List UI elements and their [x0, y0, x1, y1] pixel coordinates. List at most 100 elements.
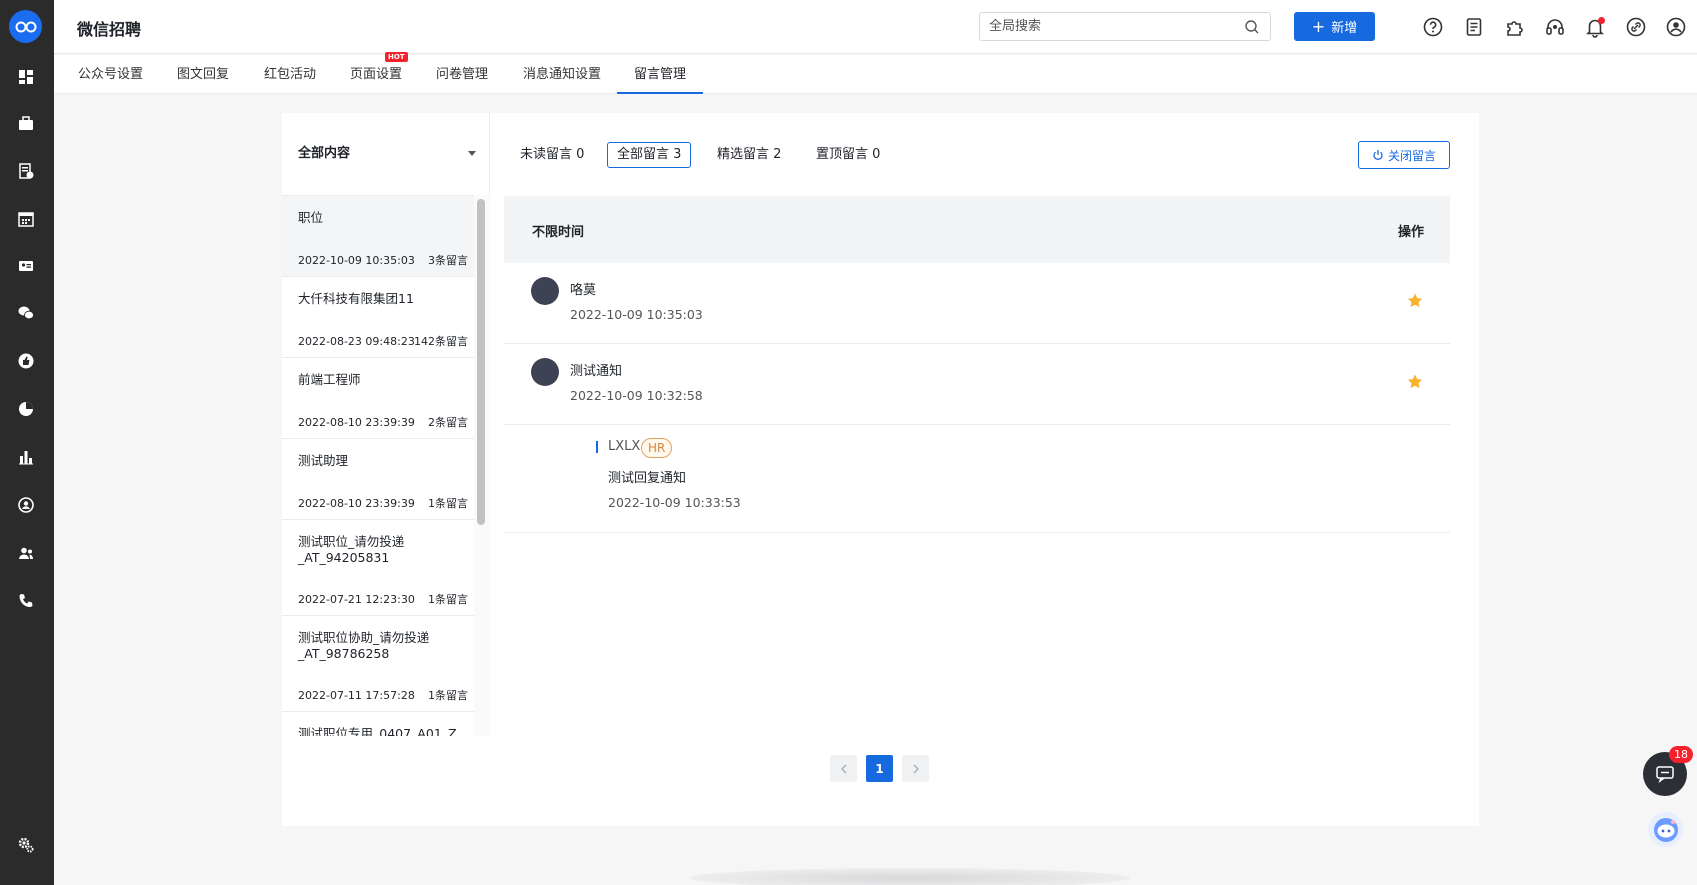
chevron-left-icon	[840, 764, 846, 773]
app-title: 微信招聘	[77, 20, 142, 39]
search-icon[interactable]	[1244, 19, 1260, 35]
job-name: 测试助理	[298, 453, 349, 468]
avatar	[531, 277, 559, 305]
tab-red-packet[interactable]: 红包活动	[264, 55, 316, 94]
filter-featured[interactable]: 精选留言 2	[707, 142, 791, 168]
chevron-right-icon	[913, 764, 919, 773]
job-name: 测试职位协助_请勿投递_AT_98786258	[298, 630, 430, 661]
time-filter-header[interactable]: 不限时间	[532, 221, 584, 240]
reply-author: LXLX	[608, 439, 641, 454]
star-icon[interactable]	[1406, 292, 1424, 310]
bell-icon[interactable]	[1584, 16, 1606, 38]
new-button-label: 新增	[1331, 21, 1358, 36]
job-item[interactable]: 测试职位专用_0407_A01_Z	[282, 712, 474, 736]
plus-icon: +	[1311, 16, 1326, 36]
star-icon[interactable]	[1406, 373, 1424, 391]
user-icon[interactable]	[1665, 16, 1687, 38]
close-messages-label: 关闭留言	[1387, 148, 1436, 163]
job-message-count: 142条留言	[414, 335, 468, 348]
job-item[interactable]: 大仟科技有限集团11 2022-08-23 09:48:23 142条留言	[282, 277, 474, 358]
job-list[interactable]: 职位 2022-10-09 10:35:03 3条留言 大仟科技有限集团11 2…	[282, 195, 474, 736]
tab-bar: 公众号设置 图文回复 红包活动 页面设置 问卷管理 消息通知设置 留言管理	[54, 55, 1697, 94]
resume-icon[interactable]	[15, 160, 37, 182]
message-pane: 未读留言 0 全部留言 3 精选留言 2 置顶留言 0 关闭留言 不限时间 操作…	[490, 113, 1479, 736]
top-bar: 微信招聘 + 新增	[54, 0, 1697, 54]
hot-badge: HOT	[385, 52, 408, 62]
tab-survey[interactable]: 问卷管理	[436, 55, 488, 94]
close-messages-button[interactable]: 关闭留言	[1358, 141, 1450, 169]
page-button-current[interactable]: 1	[866, 755, 893, 782]
power-icon	[1373, 150, 1383, 160]
caret-down-icon	[468, 151, 476, 156]
prev-page-button[interactable]	[830, 755, 857, 782]
message-row: 测试通知 2022-10-09 10:32:58	[504, 344, 1450, 425]
chat-unread-badge: 18	[1669, 746, 1693, 763]
active-tab-indicator	[617, 92, 703, 94]
filter-pinned[interactable]: 置顶留言 0	[806, 142, 890, 168]
job-message-count: 1条留言	[428, 497, 468, 510]
job-item[interactable]: 测试助理 2022-08-10 23:39:39 1条留言	[282, 439, 474, 520]
logo[interactable]	[9, 10, 42, 43]
job-date: 2022-07-11 17:57:28	[298, 689, 415, 702]
tab-auto-reply[interactable]: 图文回复	[177, 55, 229, 94]
job-message-count: 3条留言	[428, 254, 468, 267]
next-page-button[interactable]	[902, 755, 929, 782]
job-date: 2022-08-23 09:48:23	[298, 335, 415, 348]
job-message-count: 2条留言	[428, 416, 468, 429]
link-icon[interactable]	[1625, 16, 1647, 38]
user-circle-icon[interactable]	[15, 494, 37, 516]
job-item[interactable]: 测试职位_请勿投递_AT_94205831 2022-07-21 12:23:3…	[282, 520, 474, 616]
phone-icon[interactable]	[15, 590, 37, 612]
table-header: 不限时间 操作	[504, 196, 1450, 263]
reply-text: 测试回复通知	[608, 471, 687, 486]
thumb-up-icon[interactable]	[15, 350, 37, 372]
pie-chart-icon[interactable]	[15, 398, 37, 420]
dashboard-icon[interactable]	[15, 66, 37, 88]
wechat-icon[interactable]	[15, 302, 37, 324]
team-icon[interactable]	[15, 542, 37, 564]
reply-indicator	[596, 441, 598, 453]
job-name: 大仟科技有限集团11	[298, 291, 414, 306]
reply-time: 2022-10-09 10:33:53	[608, 495, 741, 510]
job-item[interactable]: 前端工程师 2022-08-10 23:39:39 2条留言	[282, 358, 474, 439]
job-date: 2022-08-10 23:39:39	[298, 497, 415, 510]
filter-unread[interactable]: 未读留言 0	[510, 142, 594, 168]
job-item[interactable]: 测试职位协助_请勿投递_AT_98786258 2022-07-11 17:57…	[282, 616, 474, 712]
chat-icon	[1656, 766, 1674, 783]
plugin-icon[interactable]	[1504, 16, 1526, 38]
job-name: 测试职位专用_0407_A01_Z	[298, 726, 457, 736]
headset-icon[interactable]	[1544, 16, 1566, 38]
job-name: 职位	[298, 210, 324, 225]
avatar	[531, 358, 559, 386]
settings-icon[interactable]	[15, 834, 37, 856]
job-message-count: 1条留言	[428, 593, 468, 606]
briefcase-icon[interactable]	[15, 113, 37, 135]
job-date: 2022-10-09 10:35:03	[298, 254, 415, 267]
calendar-icon[interactable]	[15, 208, 37, 230]
search-input[interactable]	[980, 13, 1220, 40]
job-date: 2022-08-10 23:39:39	[298, 416, 415, 429]
filter-all[interactable]: 全部留言 3	[607, 142, 692, 168]
global-search[interactable]	[979, 12, 1271, 41]
logo-icon	[15, 21, 36, 32]
assistant-robot-button[interactable]	[1648, 812, 1683, 847]
message-time: 2022-10-09 10:32:58	[570, 388, 703, 403]
content-filter-label: 全部内容	[298, 146, 351, 161]
new-button[interactable]: + 新增	[1294, 12, 1375, 41]
hr-tag: HR	[641, 438, 673, 458]
content-filter-select[interactable]: 全部内容	[298, 113, 476, 195]
notification-dot	[1598, 17, 1605, 24]
robot-icon	[1653, 817, 1678, 842]
job-list-pane: 全部内容 职位 2022-10-09 10:35:03 3条留言 大仟科技有限集…	[282, 113, 490, 736]
document-icon[interactable]	[1463, 16, 1485, 38]
id-card-icon[interactable]	[15, 255, 37, 277]
tab-notification-settings[interactable]: 消息通知设置	[523, 55, 601, 94]
bottom-shadow	[690, 868, 1130, 885]
tab-wechat-settings[interactable]: 公众号设置	[78, 55, 143, 94]
bar-chart-icon[interactable]	[15, 446, 37, 468]
job-item[interactable]: 职位 2022-10-09 10:35:03 3条留言	[282, 196, 474, 277]
tab-message-management[interactable]: 留言管理	[634, 55, 686, 94]
scrollbar-thumb[interactable]	[477, 199, 485, 525]
job-name: 前端工程师	[298, 372, 361, 387]
help-icon[interactable]	[1422, 16, 1444, 38]
